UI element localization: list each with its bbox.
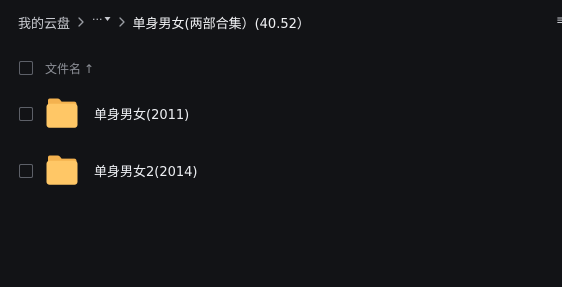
- folder-name: 单身男女(2011): [94, 108, 190, 123]
- breadcrumb: 我的云盘 ··· 单身男女(两部合集）(40.52）: [18, 12, 310, 32]
- folder-name: 单身男女2(2014): [94, 165, 198, 180]
- folder-icon: [46, 155, 78, 185]
- row-checkbox[interactable]: [19, 107, 33, 121]
- list-item[interactable]: 单身男女2(2014): [0, 148, 562, 192]
- list-item[interactable]: 单身男女(2011): [0, 91, 562, 135]
- folder-icon: [46, 98, 78, 128]
- chevron-right-icon: [111, 12, 133, 32]
- row-checkbox[interactable]: [19, 164, 33, 178]
- file-browser: 我的云盘 ··· 单身男女(两部合集）(40.52） ≡ 文件名 ↑ 单身男女(…: [0, 0, 562, 287]
- caret-down-icon: [104, 17, 111, 21]
- select-all-checkbox[interactable]: [19, 61, 33, 75]
- sort-ascending-icon: ↑: [84, 61, 95, 76]
- sort-by-name-button[interactable]: 文件名 ↑: [45, 60, 94, 77]
- more-dots: ···: [92, 12, 103, 26]
- chevron-right-icon: [70, 12, 92, 32]
- edge-fragment: ≡: [556, 13, 562, 27]
- breadcrumb-root[interactable]: 我的云盘: [18, 13, 70, 32]
- name-column-label: 文件名: [45, 62, 82, 76]
- breadcrumb-current: 单身男女(两部合集）(40.52）: [132, 16, 310, 32]
- list-header: 文件名 ↑: [0, 55, 562, 81]
- breadcrumb-more-button[interactable]: ···: [92, 12, 111, 32]
